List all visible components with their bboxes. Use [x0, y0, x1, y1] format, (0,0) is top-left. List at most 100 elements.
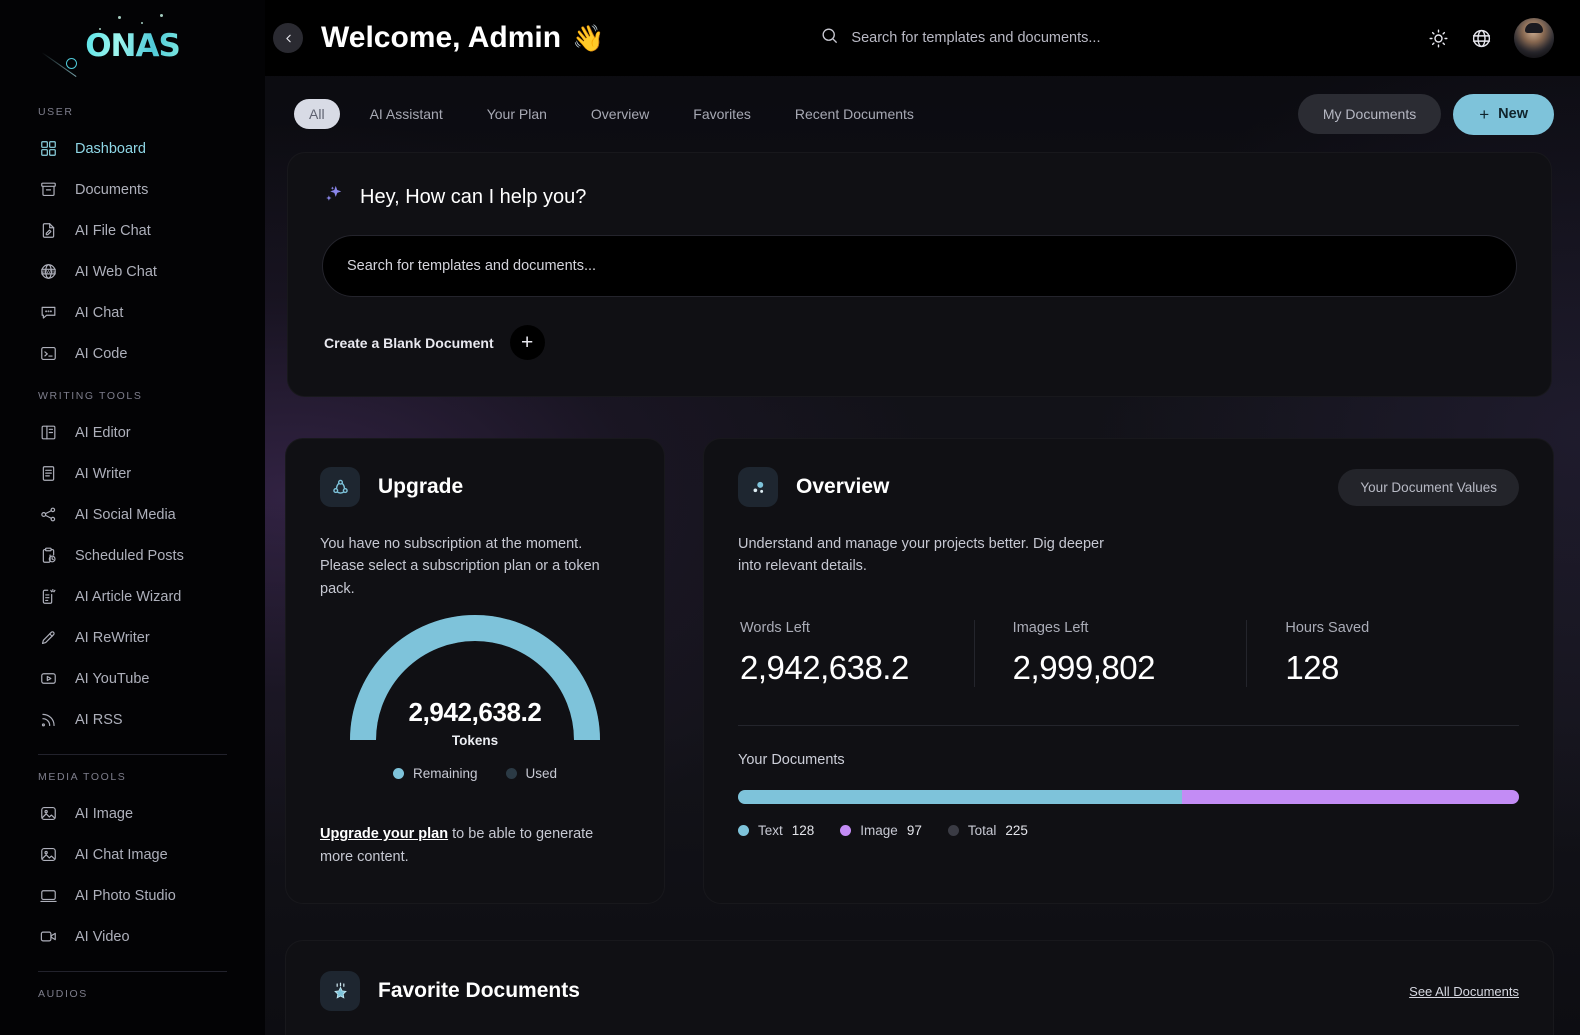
chevron-left-icon[interactable]: [273, 23, 303, 53]
avatar[interactable]: [1514, 18, 1554, 58]
assistant-search-input[interactable]: Search for templates and documents...: [322, 235, 1517, 297]
stat-label: Words Left: [740, 619, 810, 636]
tab-overview[interactable]: Overview: [577, 99, 663, 129]
gauge-value: 2,942,638.2: [408, 697, 542, 728]
sidebar-group-label: MEDIA TOOLS: [38, 771, 127, 783]
tabs-actions: My Documents + New: [1297, 93, 1554, 135]
upgrade-plan-link[interactable]: Upgrade your plan: [320, 826, 448, 842]
create-blank-plus-icon[interactable]: +: [509, 325, 545, 360]
sidebar-item-ai-photo-studio[interactable]: AI Photo Studio: [0, 875, 265, 916]
sidebar-item-dashboard[interactable]: Dashboard: [0, 128, 265, 169]
file-edit-icon: [38, 220, 59, 241]
stat-images-left: Images Left 2,999,802: [973, 619, 1247, 687]
legend-dot: [505, 768, 517, 780]
overview-card-header: Overview Your Document Values: [738, 467, 1519, 507]
bar-segment-text: [738, 789, 1183, 804]
upgrade-footer: Upgrade your plan to be able to generate…: [320, 823, 630, 868]
sidebar-item-documents[interactable]: Documents: [0, 169, 265, 210]
overview-divider: [738, 724, 1519, 726]
global-search[interactable]: Search for templates and documents...: [820, 26, 1100, 50]
sidebar-item-ai-article-wizard[interactable]: AI Article Wizard: [0, 576, 265, 617]
legend-item: Used: [505, 766, 557, 781]
documents-bar-legend: Text 128 Image 97 Total 225: [738, 823, 1519, 838]
sparkle-icon: [322, 183, 344, 211]
plus-icon: +: [1479, 104, 1490, 124]
content-scroll: All AI Assistant Your Plan Overview Favorite…: [265, 76, 1580, 1035]
dashboard-cards-row: Upgrade You have no subscription at the …: [285, 438, 1554, 904]
sidebar-item-ai-web-chat[interactable]: WWW AI Web Chat: [0, 251, 265, 292]
tab-ai-assistant[interactable]: AI Assistant: [356, 99, 457, 129]
sidebar-group-label: WRITING TOOLS: [38, 390, 143, 402]
gauge-unit: Tokens: [451, 733, 499, 749]
sidebar-item-ai-youtube[interactable]: AI YouTube: [0, 658, 265, 699]
book-icon: [38, 422, 59, 443]
stat-label: Images Left: [1012, 619, 1089, 636]
sidebar-item-ai-chat[interactable]: AI Chat: [0, 292, 265, 333]
sidebar-item-ai-social-media[interactable]: AI Social Media: [0, 494, 265, 535]
topbar: Welcome, Admin 👋 Search for templates an…: [265, 0, 1580, 76]
upgrade-title: Upgrade: [378, 475, 464, 498]
sidebar-item-ai-rewriter[interactable]: AI ReWriter: [0, 617, 265, 658]
sidebar-item-label: AI Chat: [75, 304, 124, 321]
image-icon: [38, 803, 59, 824]
new-button-label: New: [1498, 106, 1528, 122]
my-documents-button[interactable]: My Documents: [1297, 94, 1442, 134]
tab-all[interactable]: All: [294, 99, 340, 129]
bar-legend-item: Total 225: [947, 823, 1028, 838]
new-button[interactable]: + New: [1453, 93, 1554, 135]
sidebar-item-ai-file-chat[interactable]: AI File Chat: [0, 210, 265, 251]
bar-legend-label: Image: [860, 822, 898, 838]
tab-list: All AI Assistant Your Plan Overview Favorite…: [294, 99, 928, 129]
sidebar-item-ai-video[interactable]: AI Video: [0, 916, 265, 957]
tab-favorites[interactable]: Favorites: [679, 99, 765, 129]
terminal-icon: [38, 343, 59, 364]
sidebar-item-label: AI Image: [75, 805, 134, 822]
see-all-documents-link[interactable]: See All Documents: [1409, 984, 1519, 999]
stat-value: 2,942,638.2: [740, 648, 909, 686]
app-root: ONAS AI USER Dashboard Documents AI File Ch…: [0, 0, 1580, 1035]
sidebar-item-label: AI File Chat: [75, 222, 151, 239]
bar-segment-image: [1182, 789, 1519, 804]
image-icon: [38, 844, 59, 865]
message-icon: [38, 302, 59, 323]
sidebar-item-ai-image[interactable]: AI Image: [0, 793, 265, 834]
stat-words-left: Words Left 2,942,638.2: [738, 620, 974, 687]
sidebar-item-ai-writer[interactable]: AI Writer: [0, 453, 265, 494]
tab-your-plan[interactable]: Your Plan: [473, 99, 561, 129]
bar-legend-value: 128: [791, 822, 815, 838]
logo-text: ONAS: [85, 28, 181, 64]
documents-progress-bar: [738, 789, 1519, 804]
overview-card: Overview Your Document Values Understand…: [703, 438, 1554, 904]
sidebar-item-ai-code[interactable]: AI Code: [0, 333, 265, 374]
sun-icon[interactable]: [1428, 28, 1449, 49]
brand-logo[interactable]: ONAS AI: [0, 6, 265, 86]
archive-icon: [38, 179, 59, 200]
search-placeholder: Search for templates and documents...: [851, 30, 1101, 46]
sidebar-item-label: Documents: [75, 181, 149, 198]
grid-icon: [38, 138, 59, 159]
legend-item: Remaining: [392, 766, 478, 781]
overview-title: Overview: [796, 475, 890, 498]
sidebar-item-ai-chat-image[interactable]: AI Chat Image: [0, 834, 265, 875]
bar-legend-label: Text: [758, 822, 783, 838]
sidebar-item-ai-rss[interactable]: AI RSS: [0, 699, 265, 740]
sidebar-item-label: AI Code: [75, 345, 128, 362]
your-document-values-button[interactable]: Your Document Values: [1338, 468, 1519, 506]
globe-icon[interactable]: [1471, 28, 1492, 49]
tab-recent-documents[interactable]: Recent Documents: [781, 99, 928, 129]
search-icon: [820, 26, 839, 50]
stat-value: 2,999,802: [1012, 648, 1156, 686]
sidebar-item-label: AI Social Media: [75, 506, 176, 523]
gauge-legend: Remaining Used: [392, 766, 557, 781]
sidebar-item-label: AI Video: [75, 928, 130, 945]
sidebar-item-ai-editor[interactable]: AI Editor: [0, 412, 265, 453]
sidebar-item-label: AI Chat Image: [75, 846, 168, 863]
welcome-text: Welcome, Admin: [321, 21, 562, 54]
your-documents-label: Your Documents: [738, 751, 845, 768]
ai-assistant-card: Hey, How can I help you? Search for temp…: [287, 152, 1552, 397]
sidebar-item-scheduled-posts[interactable]: Scheduled Posts: [0, 535, 265, 576]
sidebar-item-label: AI Editor: [75, 424, 131, 441]
overview-description: Understand and manage your projects bett…: [738, 536, 1104, 575]
stat-hours-saved: Hours Saved 128: [1246, 619, 1519, 687]
create-blank-label: Create a Blank Document: [324, 334, 494, 351]
